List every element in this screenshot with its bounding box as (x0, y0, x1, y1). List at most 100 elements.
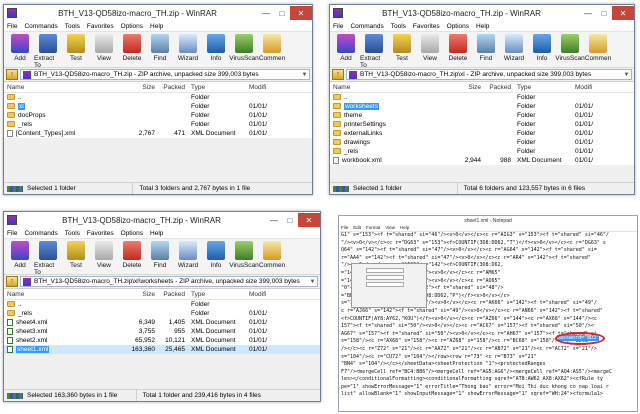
column-type[interactable]: Type (188, 84, 246, 91)
address-field[interactable]: BTH_V13-QD58izo-macro_TH.zip - ZIP archi… (20, 69, 310, 80)
toolbar-button-view[interactable]: View (416, 34, 444, 62)
menu-item-tools[interactable]: Tools (391, 23, 406, 30)
close-icon[interactable]: ✕ (612, 6, 634, 20)
minimize-icon[interactable]: — (580, 6, 596, 20)
toolbar-button-test[interactable]: Test (62, 241, 90, 269)
file-list-row[interactable]: theme Folder 01/01/ (330, 111, 634, 120)
find-option[interactable] (366, 282, 404, 287)
menu-item-file[interactable]: File (333, 23, 343, 30)
up-folder-icon[interactable]: ↑ (6, 69, 18, 80)
toolbar-button-find[interactable]: Find (146, 34, 174, 62)
menu-item-commands[interactable]: Commands (24, 230, 57, 237)
column-type[interactable]: Type (514, 84, 572, 91)
address-field[interactable]: BTH_V13-QD58izo-macro_TH.zip\xl - ZIP ar… (346, 69, 632, 80)
file-list-row[interactable]: .. Folder (4, 93, 312, 102)
column-modified[interactable]: Modifi (246, 84, 268, 91)
file-list-row[interactable]: .. Folder (330, 93, 634, 102)
column-name[interactable]: Name (330, 84, 440, 91)
column-packed[interactable]: Packed (158, 291, 188, 298)
toolbar-button-extract[interactable]: Extract To (360, 34, 388, 69)
up-folder-icon[interactable]: ↑ (332, 69, 344, 80)
file-list-row[interactable]: _rels Folder 01/01/ (4, 120, 312, 129)
maximize-icon[interactable]: □ (282, 213, 298, 227)
find-option[interactable] (366, 275, 404, 280)
up-folder-icon[interactable]: ↑ (6, 276, 18, 287)
notepad-menu-view[interactable]: View (385, 225, 395, 231)
toolbar-button-add[interactable]: Add (332, 34, 360, 62)
notepad-menu-help[interactable]: Help (400, 225, 409, 231)
minimize-icon[interactable]: — (258, 6, 274, 20)
toolbar-button-wizard[interactable]: Wizard (174, 34, 202, 62)
toolbar-button-find[interactable]: Find (146, 241, 174, 269)
column-type[interactable]: Type (188, 291, 246, 298)
toolbar-button-test[interactable]: Test (388, 34, 416, 62)
toolbar-button-virusscan[interactable]: VirusScan (555, 34, 585, 62)
file-list-row[interactable]: worksheets Folder 01/01/ (330, 102, 634, 111)
toolbar-button-comment[interactable]: Commen (258, 241, 286, 269)
menu-item-options[interactable]: Options (121, 23, 143, 30)
toolbar-button-view[interactable]: View (90, 241, 118, 269)
toolbar-button-wizard[interactable]: Wizard (174, 241, 202, 269)
menu-item-favorites[interactable]: Favorites (413, 23, 440, 30)
toolbar-button-add[interactable]: Add (6, 34, 34, 62)
toolbar-button-test[interactable]: Test (62, 34, 90, 62)
toolbar-button-delete[interactable]: Delete (118, 241, 146, 269)
file-list-row[interactable]: drawings Folder 01/01/ (330, 138, 634, 147)
menu-item-commands[interactable]: Commands (350, 23, 383, 30)
file-list-row[interactable]: sheet3.xml 3,755 955 XML Document 01/01/ (4, 327, 320, 336)
menu-item-options[interactable]: Options (447, 23, 469, 30)
file-list-row[interactable]: docProps Folder 01/01/ (4, 111, 312, 120)
file-list-row[interactable]: externalLinks Folder 01/01/ (330, 129, 634, 138)
file-list-row[interactable]: printerSettings Folder 01/01/ (330, 120, 634, 129)
menu-item-help[interactable]: Help (476, 23, 489, 30)
chevron-down-icon[interactable]: ▼ (308, 279, 317, 285)
file-list-row[interactable]: xl Folder 01/01/ (4, 102, 312, 111)
close-icon[interactable]: ✕ (298, 213, 320, 227)
chevron-down-icon[interactable]: ▼ (300, 72, 309, 78)
minimize-icon[interactable]: — (266, 213, 282, 227)
menu-item-help[interactable]: Help (150, 230, 163, 237)
notepad-text-area[interactable]: G1" s="153"><f t="shared" si="46"/><v>0<… (339, 232, 637, 399)
file-list-row[interactable]: [Content_Types].xml 2,767 471 XML Document 0… (4, 129, 312, 138)
menu-item-favorites[interactable]: Favorites (87, 230, 114, 237)
toolbar-button-delete[interactable]: Delete (444, 34, 472, 62)
column-size[interactable]: Size (114, 84, 158, 91)
toolbar-button-wizard[interactable]: Wizard (500, 34, 528, 62)
chevron-down-icon[interactable]: ▼ (622, 72, 631, 78)
column-modified[interactable]: Modifi (246, 291, 268, 298)
toolbar-button-delete[interactable]: Delete (118, 34, 146, 62)
toolbar-button-comment[interactable]: Commen (584, 34, 612, 62)
maximize-icon[interactable]: □ (274, 6, 290, 20)
toolbar-button-virusscan[interactable]: VirusScan (229, 241, 259, 269)
column-name[interactable]: Name (4, 291, 114, 298)
file-list-row[interactable]: _rels Folder 01/01/ (330, 147, 634, 156)
maximize-icon[interactable]: □ (596, 6, 612, 20)
file-list-row[interactable]: .. Folder (4, 300, 320, 309)
toolbar-button-info[interactable]: Info (202, 241, 230, 269)
column-size[interactable]: Size (114, 291, 158, 298)
toolbar-button-info[interactable]: Info (202, 34, 230, 62)
column-packed[interactable]: Packed (484, 84, 514, 91)
toolbar-button-add[interactable]: Add (6, 241, 34, 269)
close-icon[interactable]: ✕ (290, 6, 312, 20)
column-name[interactable]: Name (4, 84, 114, 91)
toolbar-button-virusscan[interactable]: VirusScan (229, 34, 259, 62)
file-list-row[interactable]: workbook.xml 2,944 988 XML Document 01/01/ (330, 156, 634, 165)
notepad-menu-edit[interactable]: Edit (353, 225, 361, 231)
file-list-row[interactable]: sheet2.xml 65,952 10,121 XML Document 01/01/ (4, 336, 320, 345)
toolbar-button-find[interactable]: Find (472, 34, 500, 62)
toolbar-button-comment[interactable]: Commen (258, 34, 286, 62)
menu-item-file[interactable]: File (7, 230, 17, 237)
file-list-row[interactable]: sheet4.xml 6,349 1,405 XML Document 01/01/ (4, 318, 320, 327)
column-size[interactable]: Size (440, 84, 484, 91)
menu-item-file[interactable]: File (7, 23, 17, 30)
menu-item-help[interactable]: Help (150, 23, 163, 30)
menu-item-tools[interactable]: Tools (65, 23, 80, 30)
toolbar-button-info[interactable]: Info (528, 34, 556, 62)
menu-item-commands[interactable]: Commands (24, 23, 57, 30)
notepad-menu-format[interactable]: Format (366, 225, 380, 231)
file-list-row[interactable]: _rels Folder 01/01/ (4, 309, 320, 318)
toolbar-button-extract[interactable]: Extract To (34, 34, 62, 69)
column-packed[interactable]: Packed (158, 84, 188, 91)
address-field[interactable]: BTH_V13-QD58izo-macro_TH.zip\xl\workshee… (20, 276, 318, 287)
